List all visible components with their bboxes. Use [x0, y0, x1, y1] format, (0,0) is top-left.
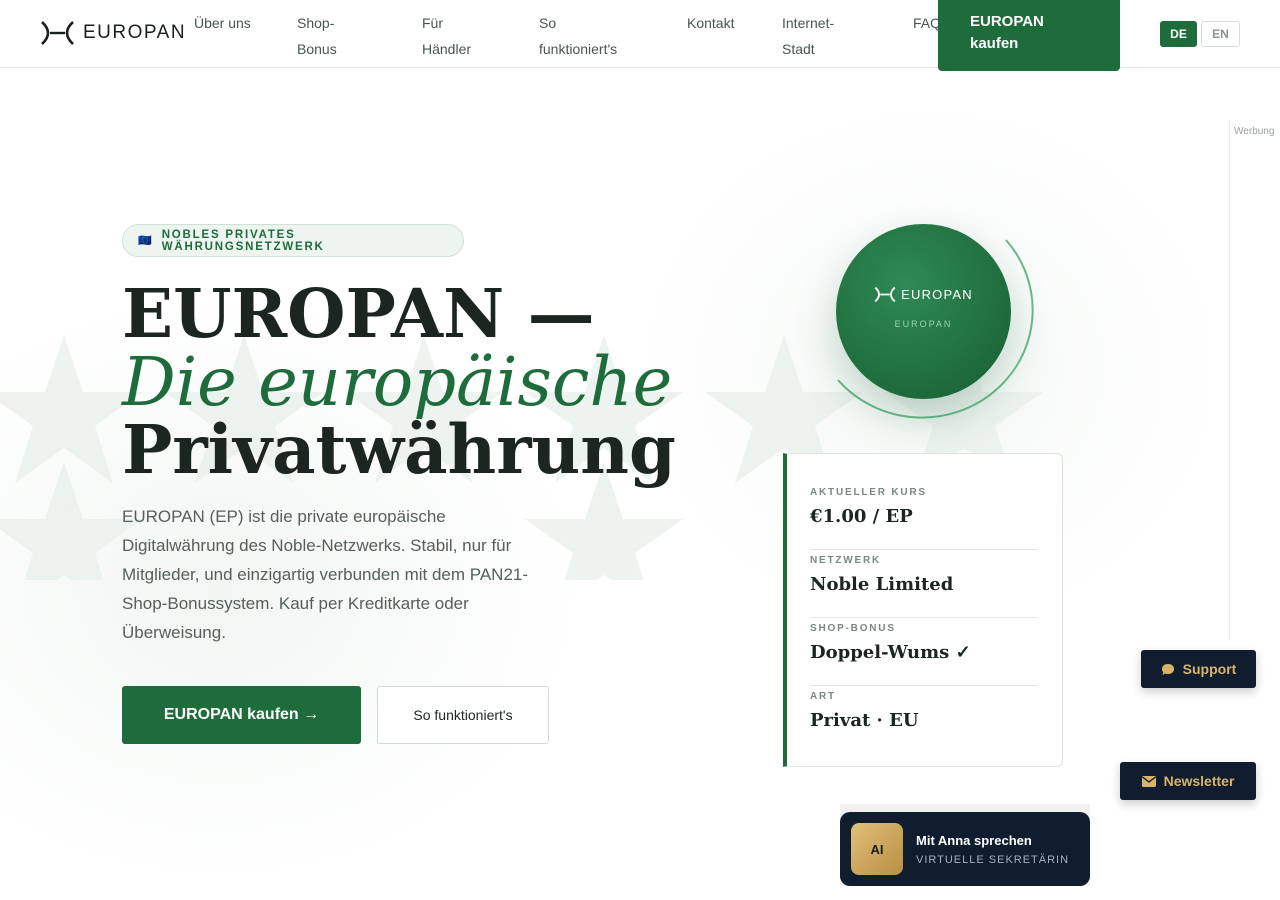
info-value: Privat · EU — [810, 710, 919, 731]
hero-lead-text: EUROPAN (EP) ist die private europäische… — [122, 507, 529, 642]
hero-badge-text: NOBLES PRIVATES WÄHRUNGSNETZWERK — [161, 228, 325, 253]
chat-bubble-icon — [1161, 663, 1174, 675]
coin-brand: EUROPAN — [901, 287, 973, 302]
nav-link-ueber-uns[interactable]: Über uns — [194, 10, 254, 36]
info-label: AKTUELLER KURS — [810, 487, 927, 498]
hero-badge: 🇪🇺 NOBLES PRIVATES WÄHRUNGSNETZWERK — [122, 224, 464, 257]
assistant-text: Mit Anna sprechen VIRTUELLE SEKRETÄRIN — [916, 833, 1069, 866]
brand-logo[interactable]: EUROPAN — [40, 20, 186, 46]
info-label: SHOP-BONUS — [810, 623, 896, 634]
eu-flag-icon: 🇪🇺 — [138, 235, 152, 247]
buy-europan-header-button[interactable]: EUROPAN kaufen — [938, 0, 1120, 71]
info-label: NETZWERK — [810, 555, 882, 566]
nav-link-internet-stadt[interactable]: Internet-Stadt — [782, 10, 852, 62]
hero-title-line3: Privatwährung — [122, 410, 676, 489]
assistant-avatar: AI — [851, 823, 903, 875]
coin-caption: EUROPAN — [894, 319, 953, 329]
europan-coin: EUROPAN EUROPAN — [826, 220, 1042, 430]
ad-label: Werbung — [1234, 126, 1275, 137]
info-label: ART — [810, 691, 836, 702]
info-row-type: ART Privat · EU — [810, 686, 1038, 754]
envelope-icon — [1141, 775, 1156, 787]
nav-link-so-funktionierts[interactable]: So funktioniert's — [539, 10, 629, 62]
language-de-button[interactable]: DE — [1160, 21, 1197, 47]
europan-logo-icon — [41, 21, 74, 45]
coin-logo: EUROPAN — [874, 286, 973, 303]
info-value: Noble Limited — [810, 574, 954, 595]
nav-link-fuer-haendler[interactable]: Für Händler — [422, 10, 482, 62]
site-header: EUROPAN Über uns Shop-Bonus Für Händler … — [0, 0, 1280, 71]
assistant-title: Mit Anna sprechen — [916, 832, 1032, 848]
newsletter-button[interactable]: Newsletter — [1120, 762, 1256, 800]
info-row-network: NETZWERK Noble Limited — [810, 550, 1038, 618]
brand-name: EUROPAN — [83, 22, 187, 43]
info-value: Doppel-Wums ✓ — [810, 642, 971, 663]
assistant-chat-widget[interactable]: AI Mit Anna sprechen VIRTUELLE SEKRETÄRI… — [840, 812, 1090, 886]
buy-europan-button[interactable]: EUROPAN kaufen → — [122, 686, 361, 744]
info-value: €1.00 / EP — [810, 506, 913, 527]
support-label: Support — [1182, 661, 1237, 677]
currency-info-card: AKTUELLER KURS €1.00 / EP NETZWERK Noble… — [783, 453, 1063, 767]
how-it-works-button[interactable]: So funktioniert's — [377, 686, 549, 744]
info-row-shop-bonus: SHOP-BONUS Doppel-Wums ✓ — [810, 618, 1038, 686]
coin-face: EUROPAN EUROPAN — [836, 224, 1011, 399]
language-en-button[interactable]: EN — [1201, 21, 1240, 47]
nav-link-shop-bonus[interactable]: Shop-Bonus — [297, 10, 357, 62]
newsletter-label: Newsletter — [1163, 773, 1235, 789]
nav-link-kontakt[interactable]: Kontakt — [687, 10, 747, 36]
assistant-subtitle: VIRTUELLE SEKRETÄRIN — [916, 853, 1070, 866]
ad-banner[interactable]: Werbung — [1229, 120, 1280, 640]
coin-logo-icon — [874, 286, 896, 303]
info-row-rate: AKTUELLER KURS €1.00 / EP — [810, 482, 1038, 550]
support-button[interactable]: Support — [1141, 650, 1256, 688]
